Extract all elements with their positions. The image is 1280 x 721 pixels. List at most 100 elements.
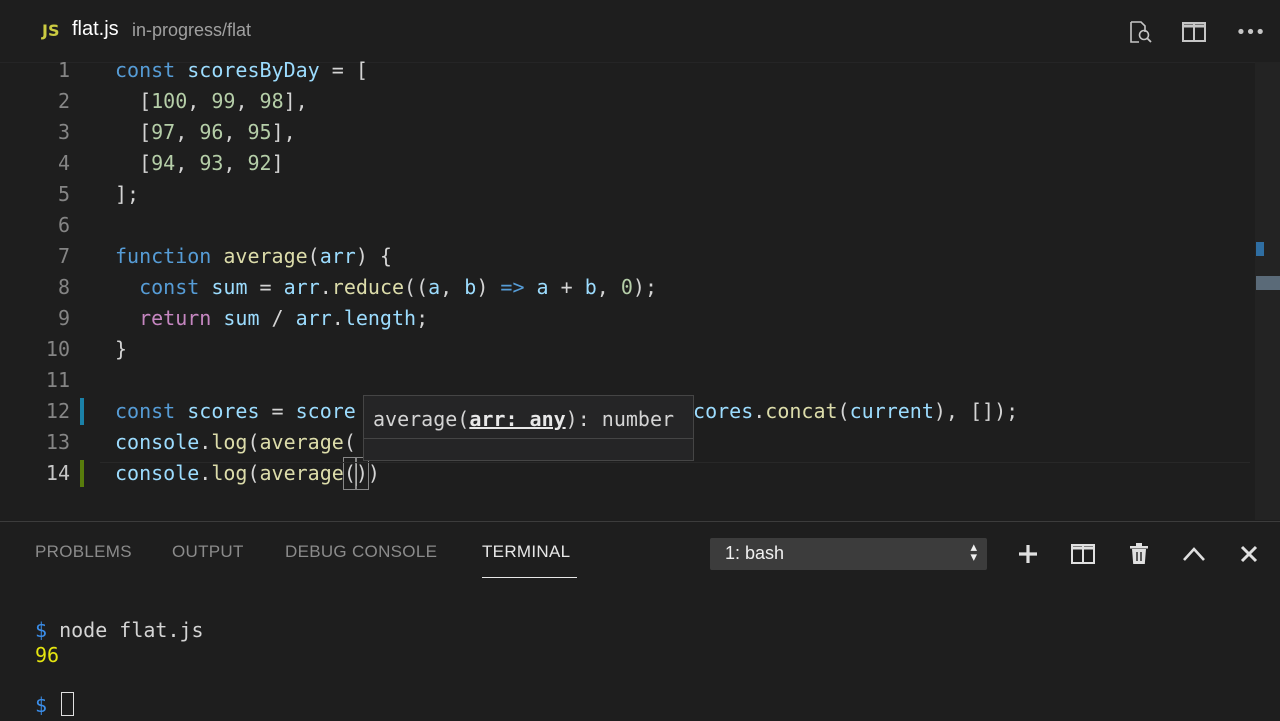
tab-problems[interactable]: PROBLEMS	[35, 542, 132, 562]
code-token: function	[115, 244, 212, 268]
code-token: b	[464, 275, 477, 299]
parameter-hints-popup: average(arr: any): number	[363, 395, 694, 461]
terminal-select[interactable]: 1: bash ▴ ▾	[710, 538, 987, 570]
code-token: a	[536, 275, 549, 299]
tab-terminal[interactable]: TERMINAL	[482, 542, 570, 562]
code-token: .	[199, 461, 212, 485]
close-panel-icon[interactable]	[1235, 540, 1263, 568]
line-number: 11	[45, 368, 70, 392]
more-actions-icon[interactable]: •••	[1236, 18, 1266, 46]
split-terminal-icon[interactable]	[1069, 540, 1097, 568]
code-token: average	[223, 244, 308, 268]
current-line-highlight	[100, 462, 1250, 463]
minimap[interactable]	[1255, 62, 1280, 520]
editor-tab-bar: JS flat.js in-progress/flat •••	[0, 0, 1280, 63]
code-token: =	[247, 275, 284, 299]
code-token: ,	[223, 120, 248, 144]
code-token: length	[343, 306, 417, 330]
code-token: const	[115, 58, 176, 82]
code-token: ) {	[355, 244, 392, 268]
code-token: ];	[115, 182, 140, 206]
code-token: (	[343, 430, 356, 454]
active-tab-indicator	[482, 577, 577, 578]
code-token: scoresByDay	[187, 58, 320, 82]
terminal-command-line: $ node flat.js	[35, 618, 204, 642]
code-token: ,	[440, 275, 465, 299]
code-line[interactable]: 4 [94, 93, 92]	[0, 148, 1250, 179]
split-editor-icon[interactable]	[1180, 18, 1208, 46]
line-number: 9	[57, 306, 70, 330]
line-number: 1	[57, 58, 70, 82]
prompt-symbol: $	[35, 693, 48, 717]
code-token: score	[295, 399, 356, 423]
code-line[interactable]: 9 return sum / arr.length;	[0, 303, 1250, 334]
code-token: [	[115, 89, 152, 113]
line-number: 10	[45, 337, 70, 361]
code-line[interactable]: 7 function average(arr) {	[0, 241, 1250, 272]
add-terminal-icon[interactable]	[1014, 540, 1042, 568]
code-token: =>	[500, 275, 525, 299]
terminal-input-line[interactable]: $	[35, 692, 75, 717]
code-token: ],	[271, 120, 296, 144]
code-line[interactable]: 10}	[0, 334, 1250, 365]
code-token: console	[115, 461, 200, 485]
code-token: ,	[235, 89, 260, 113]
minimap-marker	[1256, 242, 1264, 256]
code-text: console.log(average(	[115, 427, 356, 458]
kill-terminal-icon[interactable]	[1125, 540, 1153, 568]
code-token: sum	[223, 306, 260, 330]
code-token: 97	[151, 120, 176, 144]
code-token: scores	[187, 399, 260, 423]
line-number: 2	[57, 89, 70, 113]
git-change-marker[interactable]	[80, 460, 84, 487]
code-line[interactable]: 1 const scoresByDay = [	[0, 55, 1250, 86]
code-line[interactable]: 8 const sum = arr.reduce((a, b) => a + b…	[0, 272, 1250, 303]
code-token: reduce	[331, 275, 405, 299]
code-token: concat	[765, 399, 838, 423]
code-token: ,	[175, 120, 200, 144]
code-token: log	[211, 430, 248, 454]
open-preview-icon[interactable]	[1126, 18, 1154, 46]
code-line[interactable]: 11	[0, 365, 1250, 396]
line-number: 8	[57, 275, 70, 299]
bottom-panel: PROBLEMS OUTPUT DEBUG CONSOLE TERMINAL 1…	[0, 521, 1280, 721]
code-line[interactable]: 6	[0, 210, 1250, 241]
code-line[interactable]: 3 [97, 96, 95],	[0, 117, 1250, 148]
tab-debug-console[interactable]: DEBUG CONSOLE	[285, 542, 437, 562]
code-text: [100, 99, 98],	[115, 86, 308, 117]
code-text: return sum / arr.length;	[115, 303, 428, 334]
code-token: 96	[199, 120, 224, 144]
git-change-marker[interactable]	[80, 398, 84, 425]
line-number: 6	[57, 213, 70, 237]
maximize-panel-icon[interactable]	[1180, 540, 1208, 568]
minimap-slider[interactable]	[1256, 276, 1280, 290]
prompt-symbol: $	[35, 618, 48, 642]
code-token: .	[331, 306, 344, 330]
code-text: [94, 93, 92]	[115, 148, 284, 179]
line-number: 12	[45, 399, 70, 423]
code-token: const	[139, 275, 200, 299]
popup-divider	[364, 438, 693, 439]
terminal-select-value: 1: bash	[725, 543, 785, 563]
code-token: console	[115, 430, 200, 454]
line-number: 3	[57, 120, 70, 144]
code-token: /	[259, 306, 296, 330]
code-token: )	[476, 275, 501, 299]
code-text: [97, 96, 95],	[115, 117, 296, 148]
code-token: +	[548, 275, 585, 299]
code-token: ((	[404, 275, 429, 299]
code-text: const sum = arr.reduce((a, b) => a + b, …	[115, 272, 657, 303]
code-line[interactable]: 2 [100, 99, 98],	[0, 86, 1250, 117]
editor-tab[interactable]: JS flat.js in-progress/flat	[30, 0, 280, 62]
terminal-command: node flat.js	[59, 618, 204, 642]
code-token: (	[837, 399, 850, 423]
line-number: 5	[57, 182, 70, 206]
code-token: = [	[319, 58, 368, 82]
code-line[interactable]: 5];	[0, 179, 1250, 210]
code-token: ), []);	[933, 399, 1019, 423]
code-token: 92	[247, 151, 272, 175]
tab-output[interactable]: OUTPUT	[172, 542, 244, 562]
